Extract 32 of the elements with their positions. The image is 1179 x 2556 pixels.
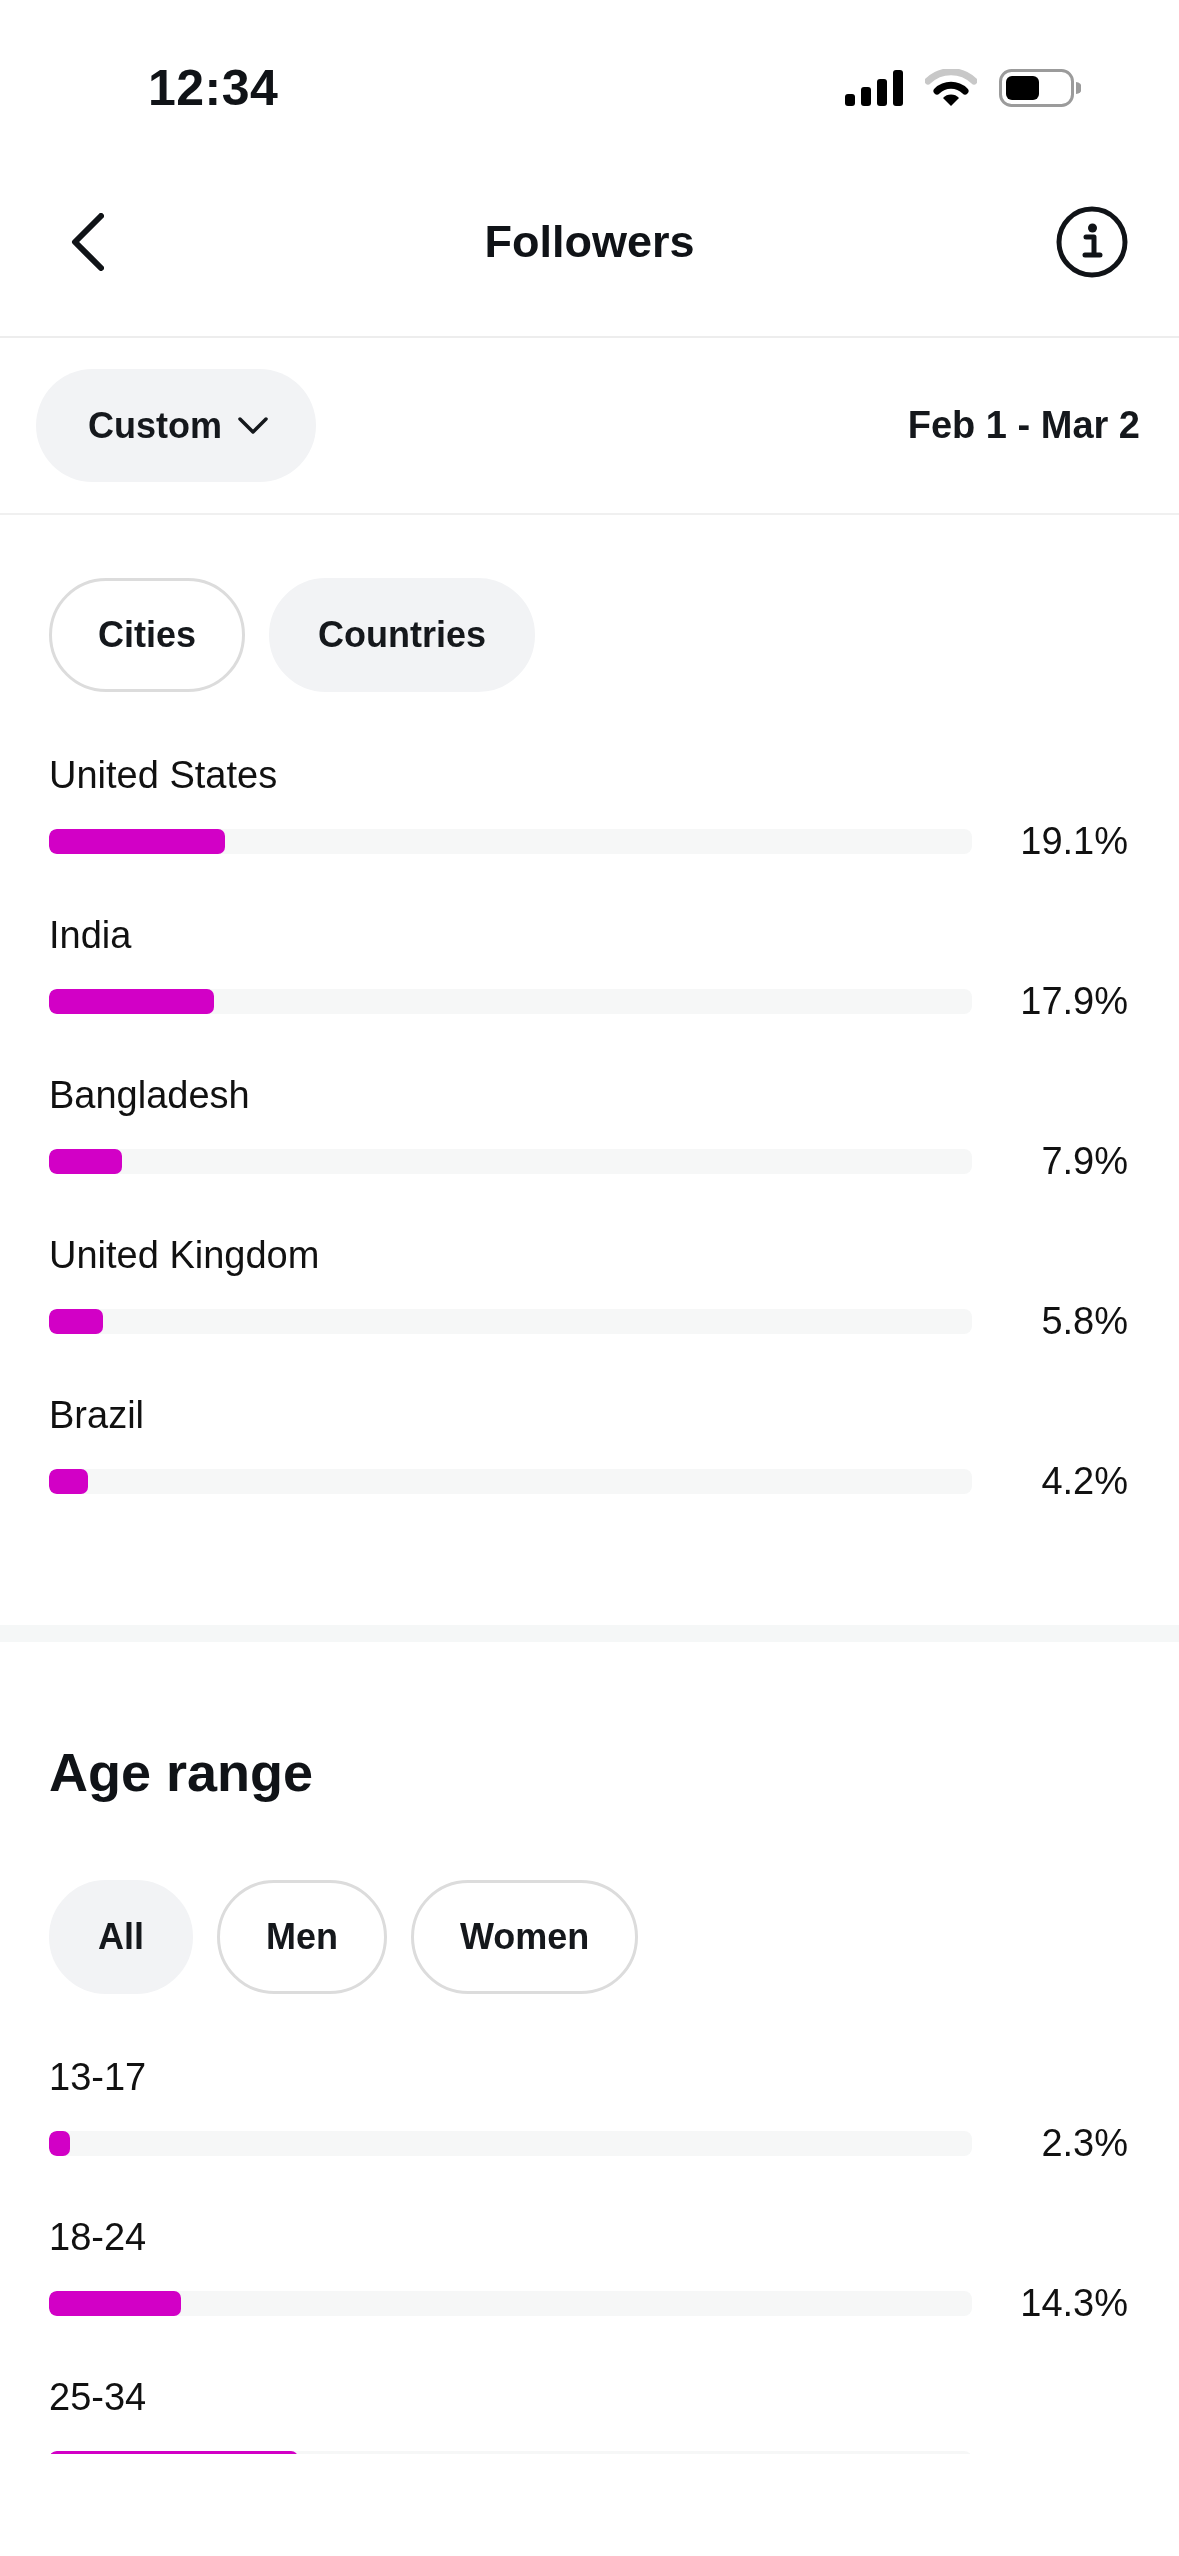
date-range: Feb 1 - Mar 2 [907, 404, 1140, 447]
percent-value: 5.8% [1040, 1299, 1128, 1344]
info-button[interactable] [1055, 205, 1129, 279]
filter-tab[interactable]: Men [217, 1880, 387, 1994]
percent-value: 2.3% [1040, 2121, 1128, 2166]
row-label: Brazil [49, 1393, 145, 1438]
row-label: United States [49, 753, 278, 798]
page-title: Followers [484, 216, 695, 268]
row-label: 18-24 [49, 2215, 147, 2260]
row-label: 13-17 [49, 2055, 147, 2100]
percent-value: 4.2% [1040, 1459, 1128, 1504]
row-label: United Kingdom [49, 1233, 320, 1278]
chevron-down-icon [238, 417, 268, 434]
percent-value: 19.1% [1019, 819, 1128, 864]
status-time: 12:34 [148, 59, 279, 117]
row-label: India [49, 913, 132, 958]
signal-icon [845, 70, 903, 106]
battery-icon [999, 69, 1081, 107]
percent-value: 14.3% [1019, 2281, 1128, 2326]
back-chevron-icon [70, 213, 104, 271]
filter-tab[interactable]: Women [411, 1880, 639, 1994]
row-label: 25-34 [49, 2375, 147, 2420]
row-label: Bangladesh [49, 1073, 250, 1118]
section-title: Age range [49, 1741, 314, 1804]
info-icon [1056, 206, 1128, 278]
percent-value: 7.9% [1040, 1139, 1128, 1184]
filter-tab[interactable]: Cities [49, 578, 246, 692]
period-dropdown[interactable]: Custom [36, 369, 316, 482]
filter-tab[interactable]: All [49, 1880, 193, 1994]
percent-value: 17.9% [1019, 979, 1128, 1024]
wifi-icon [925, 69, 977, 107]
filter-tab[interactable]: Countries [269, 578, 536, 692]
